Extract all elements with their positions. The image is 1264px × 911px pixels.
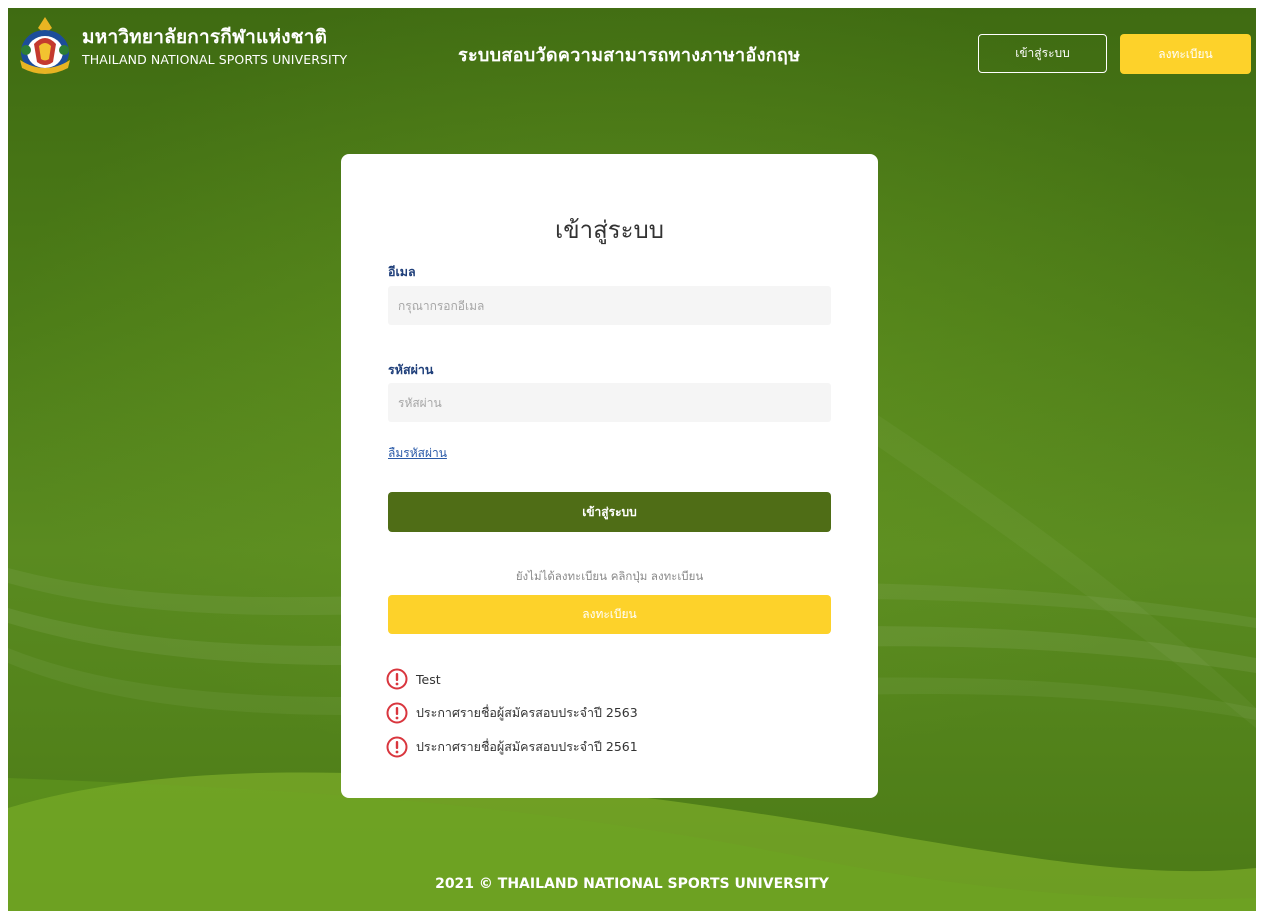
nav-register-button[interactable]: ลงทะเบียน	[1120, 34, 1251, 74]
register-button[interactable]: ลงทะเบียน	[388, 595, 831, 634]
password-field[interactable]	[388, 383, 831, 422]
brand-text: มหาวิทยาลัยการกีฬาแห่งชาติ THAILAND NATI…	[82, 25, 347, 69]
login-card: เข้าสู่ระบบ อีเมล รหัสผ่าน ลืมรหัสผ่าน เ…	[341, 154, 878, 798]
announcement-text: ประกาศรายชื่อผู้สมัครสอบประจำปี 2561	[416, 739, 638, 754]
login-submit-button[interactable]: เข้าสู่ระบบ	[388, 492, 831, 532]
footer-copyright: 2021 © THAILAND NATIONAL SPORTS UNIVERSI…	[435, 876, 829, 892]
university-logo	[20, 17, 70, 74]
exclamation-circle-icon	[386, 736, 408, 758]
exclamation-circle-icon	[386, 702, 408, 724]
announcement-text: ประกาศรายชื่อผู้สมัครสอบประจำปี 2563	[416, 705, 638, 720]
announcement-item[interactable]: ประกาศรายชื่อผู้สมัครสอบประจำปี 2563	[386, 696, 638, 730]
site-title: ระบบสอบวัดความสามารถทางภาษาอังกฤษ	[458, 45, 801, 66]
register-hint: ยังไม่ได้ลงทะเบียน คลิกปุ่ม ลงทะเบียน	[515, 569, 704, 583]
announcement-item[interactable]: ประกาศรายชื่อผู้สมัครสอบประจำปี 2561	[386, 730, 638, 764]
page-background: มหาวิทยาลัยการกีฬาแห่งชาติ THAILAND NATI…	[8, 8, 1256, 911]
announcement-item[interactable]: Test	[386, 662, 638, 696]
announcement-list: Test ประกาศรายชื่อผู้สมัครสอบประจำปี 256…	[386, 662, 638, 764]
announcement-text: Test	[416, 671, 441, 687]
email-label: อีเมล	[388, 264, 416, 279]
password-label: รหัสผ่าน	[388, 362, 434, 377]
email-field[interactable]	[388, 286, 831, 325]
nav-login-button[interactable]: เข้าสู่ระบบ	[978, 34, 1107, 73]
exclamation-circle-icon	[386, 668, 408, 690]
brand[interactable]: มหาวิทยาลัยการกีฬาแห่งชาติ THAILAND NATI…	[12, 14, 347, 80]
brand-name-english: THAILAND NATIONAL SPORTS UNIVERSITY	[82, 52, 348, 67]
forgot-password-link[interactable]: ลืมรหัสผ่าน	[388, 444, 447, 463]
brand-name-thai: มหาวิทยาลัยการกีฬาแห่งชาติ	[82, 26, 328, 48]
login-title: เข้าสู่ระบบ	[555, 216, 664, 244]
